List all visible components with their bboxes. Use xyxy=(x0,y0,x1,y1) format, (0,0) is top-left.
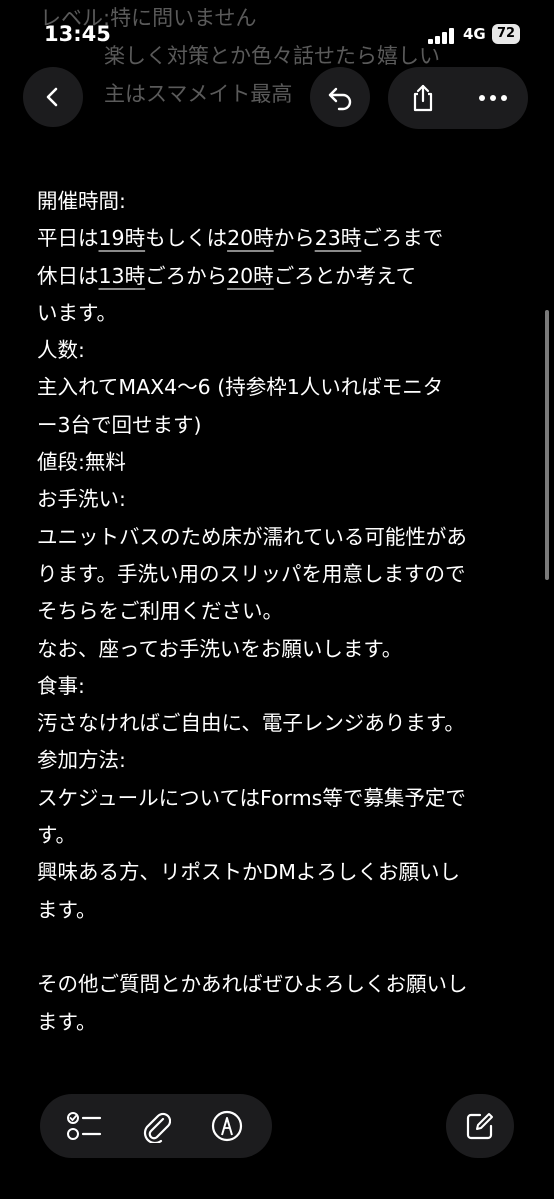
note-line: 値段:無料 xyxy=(37,444,517,481)
note-text: から xyxy=(273,226,315,251)
ellipsis-icon xyxy=(479,95,507,101)
note-text: 平日は xyxy=(37,226,99,251)
note-line: 開催時間: xyxy=(37,183,517,220)
note-line: 平日は19時もしくは20時から23時ごろまで xyxy=(37,220,517,257)
note-text: お手洗い: xyxy=(37,487,126,512)
battery-indicator: 72 xyxy=(492,24,520,44)
scrollbar[interactable] xyxy=(545,310,549,580)
back-button[interactable] xyxy=(23,67,83,127)
note-text: ごろから xyxy=(145,263,228,288)
note-line: スケジュールについてはForms等で募集予定で xyxy=(37,780,517,817)
share-icon xyxy=(413,84,433,112)
note-text: スケジュールについてはForms等で募集予定で xyxy=(37,785,466,810)
underlined-time-text: 23時 xyxy=(314,226,362,251)
underlined-time-text: 20時 xyxy=(227,263,274,288)
underlined-time-text: 19時 xyxy=(98,226,146,251)
note-body[interactable]: 開催時間: 平日は19時もしくは20時から23時ごろまで 休日は13時ごろから20時… xyxy=(37,183,517,1041)
note-text: なお、座ってお手洗いをお願いします。 xyxy=(37,636,403,661)
network-type: 4G xyxy=(463,25,486,43)
note-line: ユニットバスのため床が濡れている可能性があ xyxy=(37,519,517,556)
note-line: ります。手洗い用のスリッパを用意しますので xyxy=(37,556,517,593)
note-text: ます。 xyxy=(37,1009,97,1034)
note-text: ごろまで xyxy=(361,226,444,251)
note-line: ます。 xyxy=(37,892,517,929)
note-text: す。 xyxy=(37,823,76,848)
note-text: そちらをご利用ください。 xyxy=(37,599,283,624)
note-text: その他ご質問とかあればぜひよろしくお願いし xyxy=(37,972,468,997)
bottom-toolbar xyxy=(40,1094,272,1158)
note-line: お手洗い: xyxy=(37,481,517,518)
note-line: そちらをご利用ください。 xyxy=(37,593,517,630)
note-text: 主入れてMAX4～6 (持参枠1人いればモニタ xyxy=(37,375,444,400)
pen-markup-icon xyxy=(211,1110,242,1142)
faded-line-3: 主はスマメイト最高 xyxy=(104,82,293,106)
note-text: 値段:無料 xyxy=(37,450,126,475)
attachment-button[interactable] xyxy=(131,1101,181,1151)
note-text: ユニットバスのため床が濡れている可能性があ xyxy=(37,524,467,549)
note-text: ー3台で回せます) xyxy=(37,412,202,437)
undo-button[interactable] xyxy=(310,67,370,127)
note-line: その他ご質問とかあればぜひよろしくお願いし xyxy=(37,966,517,1003)
chevron-left-icon xyxy=(46,87,58,107)
share-more-group xyxy=(388,67,528,129)
underlined-time-text: 20時 xyxy=(227,226,274,251)
note-line: 食事: xyxy=(37,668,517,705)
note-text: 開催時間: xyxy=(37,189,126,213)
note-line: 人数: xyxy=(37,332,517,369)
note-text: 食事: xyxy=(37,673,85,698)
more-button[interactable] xyxy=(458,67,528,129)
note-line: なお、座ってお手洗いをお願いします。 xyxy=(37,631,517,668)
note-text: 興味ある方、リポストかDMよろしくお願いし xyxy=(37,860,460,885)
compose-button[interactable] xyxy=(446,1094,514,1158)
status-bar: 13:45 4G 72 xyxy=(0,0,554,64)
cellular-signal-icon xyxy=(428,28,458,44)
note-line: ます。 xyxy=(37,1004,517,1041)
note-line: ー3台で回せます) xyxy=(37,407,517,444)
checklist-button[interactable] xyxy=(60,1101,110,1151)
note-line: います。 xyxy=(37,295,517,332)
note-text: 参加方法: xyxy=(37,748,126,773)
markup-button[interactable] xyxy=(202,1101,252,1151)
note-text: ます。 xyxy=(37,897,97,922)
note-line: 休日は13時ごろから20時ごろとか考えて xyxy=(37,258,517,295)
note-text: ります。手洗い用のスリッパを用意しますので xyxy=(37,561,466,586)
note-text: もしくは xyxy=(145,226,228,251)
paperclip-icon xyxy=(143,1112,171,1143)
note-text: ごろとか考えて xyxy=(273,263,417,288)
note-line: す。 xyxy=(37,817,517,854)
note-line: 参加方法: xyxy=(37,742,517,779)
status-time: 13:45 xyxy=(44,22,111,46)
underlined-time-text: 13時 xyxy=(98,263,146,288)
note-text: 休日は xyxy=(37,263,99,288)
share-button[interactable] xyxy=(388,67,458,129)
compose-icon xyxy=(466,1113,493,1140)
checklist-icon xyxy=(67,1112,102,1140)
note-line: 興味ある方、リポストかDMよろしくお願いし xyxy=(37,854,517,891)
note-line: 汚さなければご自由に、電子レンジあります。 xyxy=(37,705,517,742)
note-text: 汚さなければご自由に、電子レンジあります。 xyxy=(37,711,465,736)
note-line: 主入れてMAX4～6 (持参枠1人いればモニタ xyxy=(37,369,517,406)
note-line xyxy=(37,929,517,966)
undo-icon xyxy=(328,87,352,111)
note-text: 人数: xyxy=(37,338,85,363)
note-text: います。 xyxy=(37,300,117,325)
